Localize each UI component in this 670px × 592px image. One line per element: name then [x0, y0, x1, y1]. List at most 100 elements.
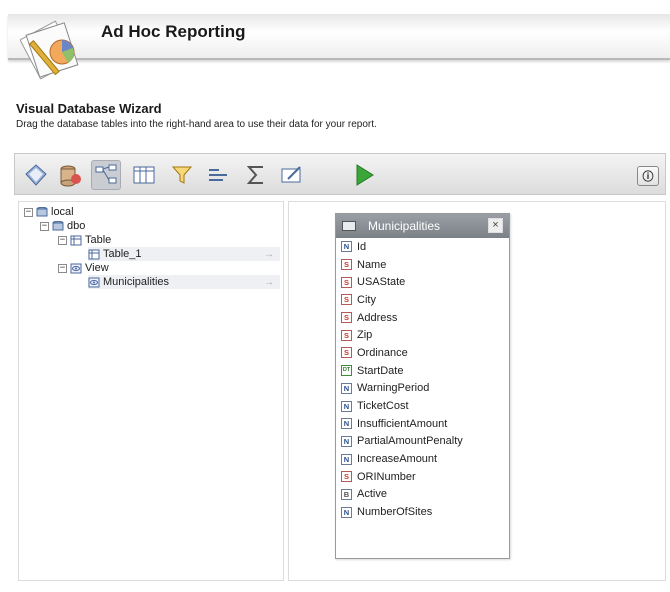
field-list: N Id S Name S USAState S City S Address S Zip S Ordin… — [336, 238, 509, 521]
field-type-icon: N — [341, 435, 352, 447]
field-type-icon: N — [341, 506, 352, 518]
field-name: InsufficientAmount — [357, 417, 448, 430]
field-name: TicketCost — [357, 400, 409, 413]
tree-label-municipalities: Municipalities — [103, 276, 170, 288]
data-source-button[interactable] — [21, 160, 51, 190]
field-row[interactable]: N WarningPeriod — [336, 380, 509, 398]
field-name: Id — [357, 240, 367, 253]
field-row[interactable]: S Address — [336, 309, 509, 327]
relationships-icon — [95, 164, 117, 184]
field-row[interactable]: N InsufficientAmount — [336, 415, 509, 433]
field-type-icon: S — [341, 259, 352, 271]
field-name: StartDate — [357, 364, 404, 377]
field-name: Name — [357, 258, 387, 271]
tree-label-table: Table — [85, 234, 112, 246]
field-row[interactable]: N PartialAmountPenalty — [336, 433, 509, 451]
field-type-icon: N — [341, 382, 352, 394]
field-row[interactable]: B Active — [336, 486, 509, 504]
collapse-toggle-icon[interactable]: − — [58, 263, 67, 273]
data-source-icon — [25, 164, 47, 186]
wizard-toolbar: ⓘ — [14, 153, 666, 195]
field-row[interactable]: S Zip — [336, 326, 509, 344]
fields-button[interactable] — [129, 160, 159, 190]
run-button[interactable] — [349, 160, 379, 190]
drag-arrow-icon: → — [264, 248, 274, 260]
collapse-toggle-icon[interactable]: − — [58, 235, 67, 245]
sort-icon — [209, 169, 227, 181]
field-type-icon: S — [341, 276, 352, 288]
table-widget-header[interactable]: Municipalities — [336, 214, 509, 238]
view-icon — [342, 221, 356, 231]
municipalities-table-widget[interactable]: Municipalities × N Id S Name S USAState S City S… — [335, 213, 510, 559]
field-name: PartialAmountPenalty — [357, 435, 463, 448]
field-type-icon: N — [341, 418, 352, 430]
field-row[interactable]: N IncreaseAmount — [336, 450, 509, 468]
data-sources-icon — [60, 165, 81, 187]
field-type-icon: S — [341, 347, 352, 359]
tree-label-table-1: Table_1 — [103, 248, 142, 260]
sort-button[interactable] — [203, 160, 233, 190]
field-name: IncreaseAmount — [357, 453, 438, 466]
field-type-icon: DT — [341, 365, 352, 377]
database-icon — [36, 206, 48, 216]
sigma-button[interactable] — [241, 160, 271, 190]
tree-node-dbo[interactable]: − dbo — [40, 219, 85, 233]
format-icon — [281, 166, 301, 183]
run-icon — [356, 164, 374, 186]
field-name: USAState — [357, 276, 406, 289]
field-type-icon: S — [341, 312, 352, 324]
field-row[interactable]: S ORINumber — [336, 468, 509, 486]
field-row[interactable]: N TicketCost — [336, 397, 509, 415]
field-name: NumberOfSites — [357, 506, 433, 519]
tree-node-table-group[interactable]: − Table — [58, 233, 111, 247]
field-row[interactable]: S Ordinance — [336, 344, 509, 362]
tree-label-view: View — [85, 262, 109, 274]
sigma-icon — [246, 166, 263, 184]
relationships-button[interactable] — [91, 160, 121, 190]
data-sources-button[interactable] — [55, 160, 85, 190]
field-name: Active — [357, 488, 387, 501]
field-row[interactable]: S Name — [336, 256, 509, 274]
field-type-icon: S — [341, 471, 352, 483]
filter-button[interactable] — [167, 160, 197, 190]
field-type-icon: B — [341, 488, 352, 500]
tree-label-local: local — [51, 206, 74, 218]
schema-icon — [52, 220, 64, 230]
field-row[interactable]: N Id — [336, 238, 509, 256]
field-type-icon: S — [341, 329, 352, 341]
tree-node-municipalities[interactable]: Municipalities → — [88, 275, 280, 289]
format-button[interactable] — [277, 160, 307, 190]
field-row[interactable]: N NumberOfSites — [336, 503, 509, 521]
field-name: Zip — [357, 329, 373, 342]
table-group-icon — [70, 235, 82, 245]
field-row[interactable]: DT StartDate — [336, 362, 509, 380]
collapse-toggle-icon[interactable]: − — [40, 221, 49, 231]
field-row[interactable]: S City — [336, 291, 509, 309]
field-type-icon: N — [341, 241, 352, 253]
fields-icon — [133, 166, 155, 184]
collapse-toggle-icon[interactable]: − — [24, 207, 33, 217]
field-name: WarningPeriod — [357, 382, 430, 395]
filter-icon — [171, 166, 193, 184]
wizard-title: Visual Database Wizard — [16, 101, 162, 116]
tree-node-table-1[interactable]: Table_1 → — [88, 247, 280, 261]
field-type-icon: N — [341, 400, 352, 412]
wizard-description: Drag the database tables into the right-… — [16, 119, 377, 130]
field-name: Ordinance — [357, 346, 408, 359]
field-row[interactable]: S USAState — [336, 273, 509, 291]
info-button[interactable]: ⓘ — [637, 166, 659, 186]
field-type-icon: S — [341, 294, 352, 306]
tree-node-view-group[interactable]: − View — [58, 261, 109, 275]
table-icon — [88, 249, 100, 259]
field-name: Address — [357, 311, 398, 324]
drag-arrow-icon: → — [264, 276, 274, 288]
view-icon — [88, 277, 100, 287]
report-logo-icon — [20, 20, 79, 80]
close-icon[interactable]: × — [488, 218, 503, 233]
field-type-icon: N — [341, 453, 352, 465]
field-name: ORINumber — [357, 470, 416, 483]
app-title: Ad Hoc Reporting — [101, 22, 246, 41]
table-widget-title: Municipalities — [368, 219, 441, 233]
tree-node-local[interactable]: − local — [24, 205, 74, 219]
view-group-icon — [70, 263, 82, 273]
